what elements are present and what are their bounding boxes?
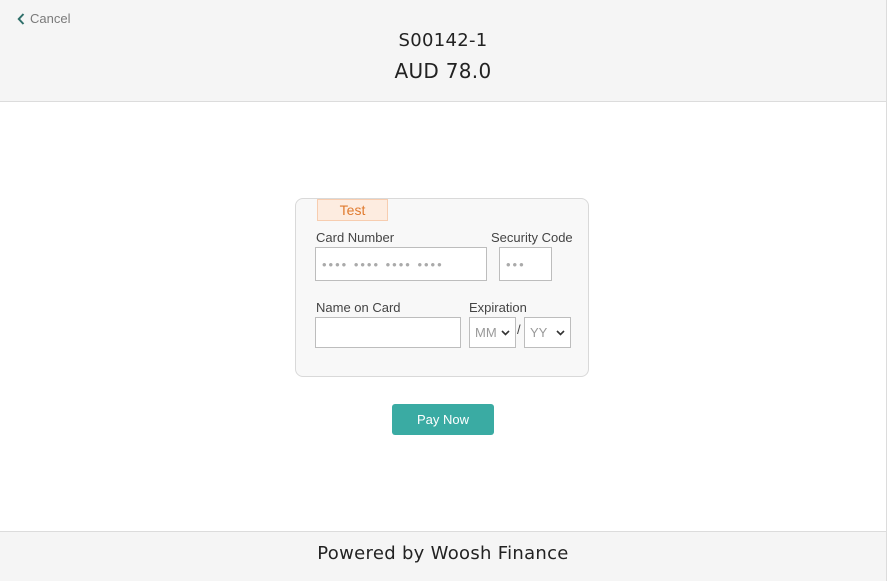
- expiration-label: Expiration: [469, 300, 527, 315]
- pay-now-button[interactable]: Pay Now: [392, 404, 494, 435]
- name-on-card-label: Name on Card: [316, 300, 401, 315]
- card-number-input[interactable]: [315, 247, 487, 281]
- chevron-left-icon: [17, 12, 25, 25]
- payment-amount: AUD 78.0: [394, 59, 492, 83]
- name-on-card-input[interactable]: [315, 317, 461, 348]
- payment-header: Cancel S00142-1 AUD 78.0: [0, 0, 887, 102]
- powered-by-text: Powered by Woosh Finance: [317, 543, 569, 564]
- test-mode-badge: Test: [317, 199, 388, 221]
- expiration-separator: /: [517, 322, 521, 337]
- expiration-month-select[interactable]: MM: [469, 317, 516, 348]
- security-code-label: Security Code: [491, 230, 573, 245]
- cancel-label: Cancel: [30, 11, 71, 26]
- card-number-label: Card Number: [316, 230, 395, 245]
- page-edge: [886, 101, 887, 531]
- cancel-link[interactable]: Cancel: [17, 11, 70, 26]
- chevron-down-icon: [556, 329, 565, 336]
- footer: Powered by Woosh Finance: [0, 531, 887, 581]
- order-id: S00142-1: [398, 30, 488, 51]
- security-code-input[interactable]: [499, 247, 552, 281]
- year-value: YY: [530, 325, 548, 340]
- chevron-down-icon: [501, 329, 510, 336]
- card-form: Test Card Number Security Code Name on C…: [295, 198, 589, 377]
- expiration-year-select[interactable]: YY: [524, 317, 571, 348]
- month-value: MM: [475, 325, 497, 340]
